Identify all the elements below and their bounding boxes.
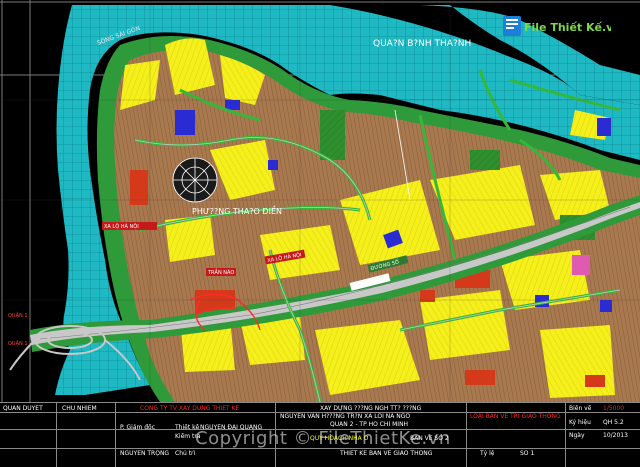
pink-block (572, 255, 590, 275)
road-label-5: QUẬN 1 (8, 312, 28, 319)
tb-nguyen-trong: NGUYỄN TRỌNG (120, 450, 170, 457)
tb-project-sub3: LOẠI BẢN VẼ TRÍ GIAO THÔNG (470, 413, 561, 420)
tb-sheet-value: QH 5.2 (603, 419, 624, 426)
tb-vline-1 (56, 402, 57, 467)
tb-chu-tri: Chủ trì (175, 450, 196, 457)
tb-so: SỐ 1 (520, 450, 535, 457)
tb-border-top (0, 402, 640, 403)
tb-ty-le: Tỷ lệ (480, 450, 495, 457)
tb-chu-nhiem: CHU NHIEM (62, 405, 97, 412)
roundabout-symbol (172, 157, 218, 203)
road-label-1: XA LỘ HÀ NỘI (104, 223, 139, 230)
tb-sheet-label: Ký hiệu (569, 419, 591, 426)
cad-drawing-canvas[interactable]: QUA?N B?NH THA?NH PHƯ??NG THA?O ĐIỀN XA … (0, 0, 640, 467)
tb-vline-5 (565, 402, 566, 467)
tb-scale-value: 1/5000 (603, 405, 625, 412)
tb-project-sub: NGUYEN VAN H???NG TR?N XA LOI NA NGO (280, 413, 411, 420)
tb-project-head: XAY DỰNG ???NG NGH TT? ???NG (320, 405, 422, 412)
tb-date-value: 10/2013 (603, 432, 628, 439)
logo-text: File Thiết Kế.vn (524, 21, 611, 34)
tb-pgd: P. Giám đốc (120, 424, 156, 431)
watermark-logo: File Thiết Kế.vn (503, 14, 621, 40)
tb-vline-4 (466, 402, 467, 467)
tb-bottom-title: THIẾT KẾ BẢN VẼ GIAO THÔNG (340, 450, 433, 457)
logo-mark-icon: File Thiết Kế.vn (503, 16, 621, 36)
tb-date-label: Ngày (569, 432, 585, 439)
watermark-copyright: Copyright © FileThietKe.vn (195, 428, 451, 449)
tb-scale-label: Biên vẽ (569, 405, 592, 412)
tb-company: CONG TY TV XAY DUNG THIET KE (140, 405, 240, 412)
tb-vline-2 (115, 402, 116, 467)
road-label-6: QUẬN 1 (8, 340, 28, 347)
road-label-3: TRẦN NÃO (207, 268, 234, 276)
district-label: QUA?N B?NH THA?NH (373, 39, 471, 49)
tb-quan-duyet: QUAN DUYET (3, 405, 43, 412)
tb-project-sub2: QUẬN 2 - TP HỒ CHÍ MINH (330, 421, 409, 428)
